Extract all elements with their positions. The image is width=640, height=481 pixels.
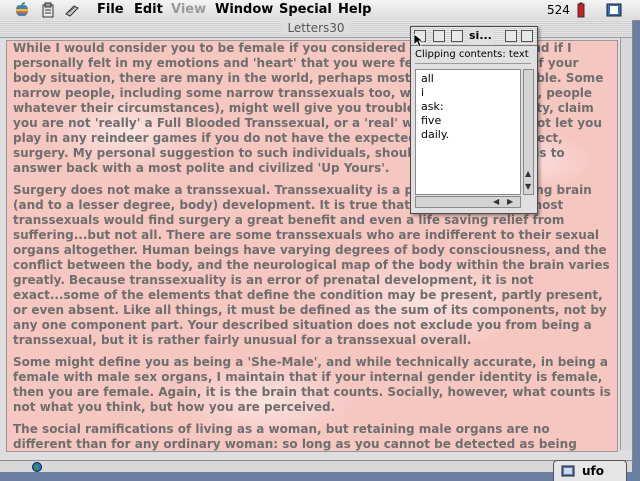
clipping-window: si... Clipping contents: text all i ask:… bbox=[410, 26, 538, 214]
application-tab[interactable]: ufo bbox=[553, 460, 627, 481]
document-title: Letters30 bbox=[281, 21, 351, 35]
menu-view[interactable]: View bbox=[171, 0, 206, 20]
clipping-titlebar[interactable]: si... bbox=[411, 27, 537, 46]
window-shade-icon[interactable] bbox=[505, 30, 517, 42]
clipping-title: si... bbox=[467, 27, 494, 45]
zoom-box-icon[interactable] bbox=[433, 30, 445, 42]
menu-file[interactable]: File bbox=[97, 0, 124, 20]
clipboard-icon[interactable] bbox=[40, 2, 56, 18]
menu-edit[interactable]: Edit bbox=[134, 0, 163, 20]
clipping-line: ask: bbox=[421, 100, 444, 113]
scroll-up-arrow-icon[interactable]: ▲ bbox=[525, 170, 531, 178]
clipping-line: all bbox=[421, 72, 434, 85]
clipping-header: Clipping contents: text bbox=[415, 49, 531, 64]
clipping-line: five bbox=[421, 114, 442, 127]
paragraph[interactable]: Some might define you as being a 'She-Ma… bbox=[13, 355, 611, 415]
clipping-vertical-scrollbar[interactable]: ▲ ▼ bbox=[523, 69, 534, 195]
clipping-text-area[interactable]: all i ask: five daily. bbox=[415, 69, 521, 195]
scroll-down-arrow-icon[interactable]: ▼ bbox=[525, 183, 531, 191]
menu-bar: File Edit View Window Special Help 524 bbox=[0, 0, 640, 21]
scroll-right-arrow-icon[interactable]: ▶ bbox=[507, 198, 513, 206]
scroll-left-arrow-icon[interactable]: ◀ bbox=[493, 198, 499, 206]
document-vertical-scrollbar[interactable] bbox=[620, 38, 632, 450]
paragraph[interactable]: The social ramifications of living as a … bbox=[13, 422, 611, 451]
document-window: Letters30 While I would consider you to … bbox=[0, 20, 633, 462]
app-name: ufo bbox=[582, 464, 605, 478]
menu-window[interactable]: Window bbox=[215, 0, 273, 20]
window-collapse-icon[interactable] bbox=[521, 30, 533, 42]
clipping-line: i bbox=[421, 86, 425, 99]
launcher-strip bbox=[0, 472, 640, 480]
clock-display[interactable]: 524 bbox=[547, 0, 570, 20]
mouse-cursor-icon bbox=[414, 34, 424, 48]
app-icon bbox=[561, 465, 575, 477]
menu-special[interactable]: Special bbox=[279, 0, 332, 20]
battery-icon[interactable] bbox=[573, 2, 589, 18]
clipping-horizontal-scrollbar[interactable]: ◀ ▶ bbox=[415, 196, 521, 208]
clipping-line: daily. bbox=[421, 128, 450, 141]
menu-help[interactable]: Help bbox=[338, 0, 371, 20]
collapse-box-icon[interactable] bbox=[451, 30, 463, 42]
scanner-icon[interactable] bbox=[64, 2, 80, 18]
app-menu-icon[interactable] bbox=[606, 2, 622, 18]
apple-icon[interactable] bbox=[14, 2, 30, 18]
globe-icon[interactable] bbox=[32, 462, 42, 472]
